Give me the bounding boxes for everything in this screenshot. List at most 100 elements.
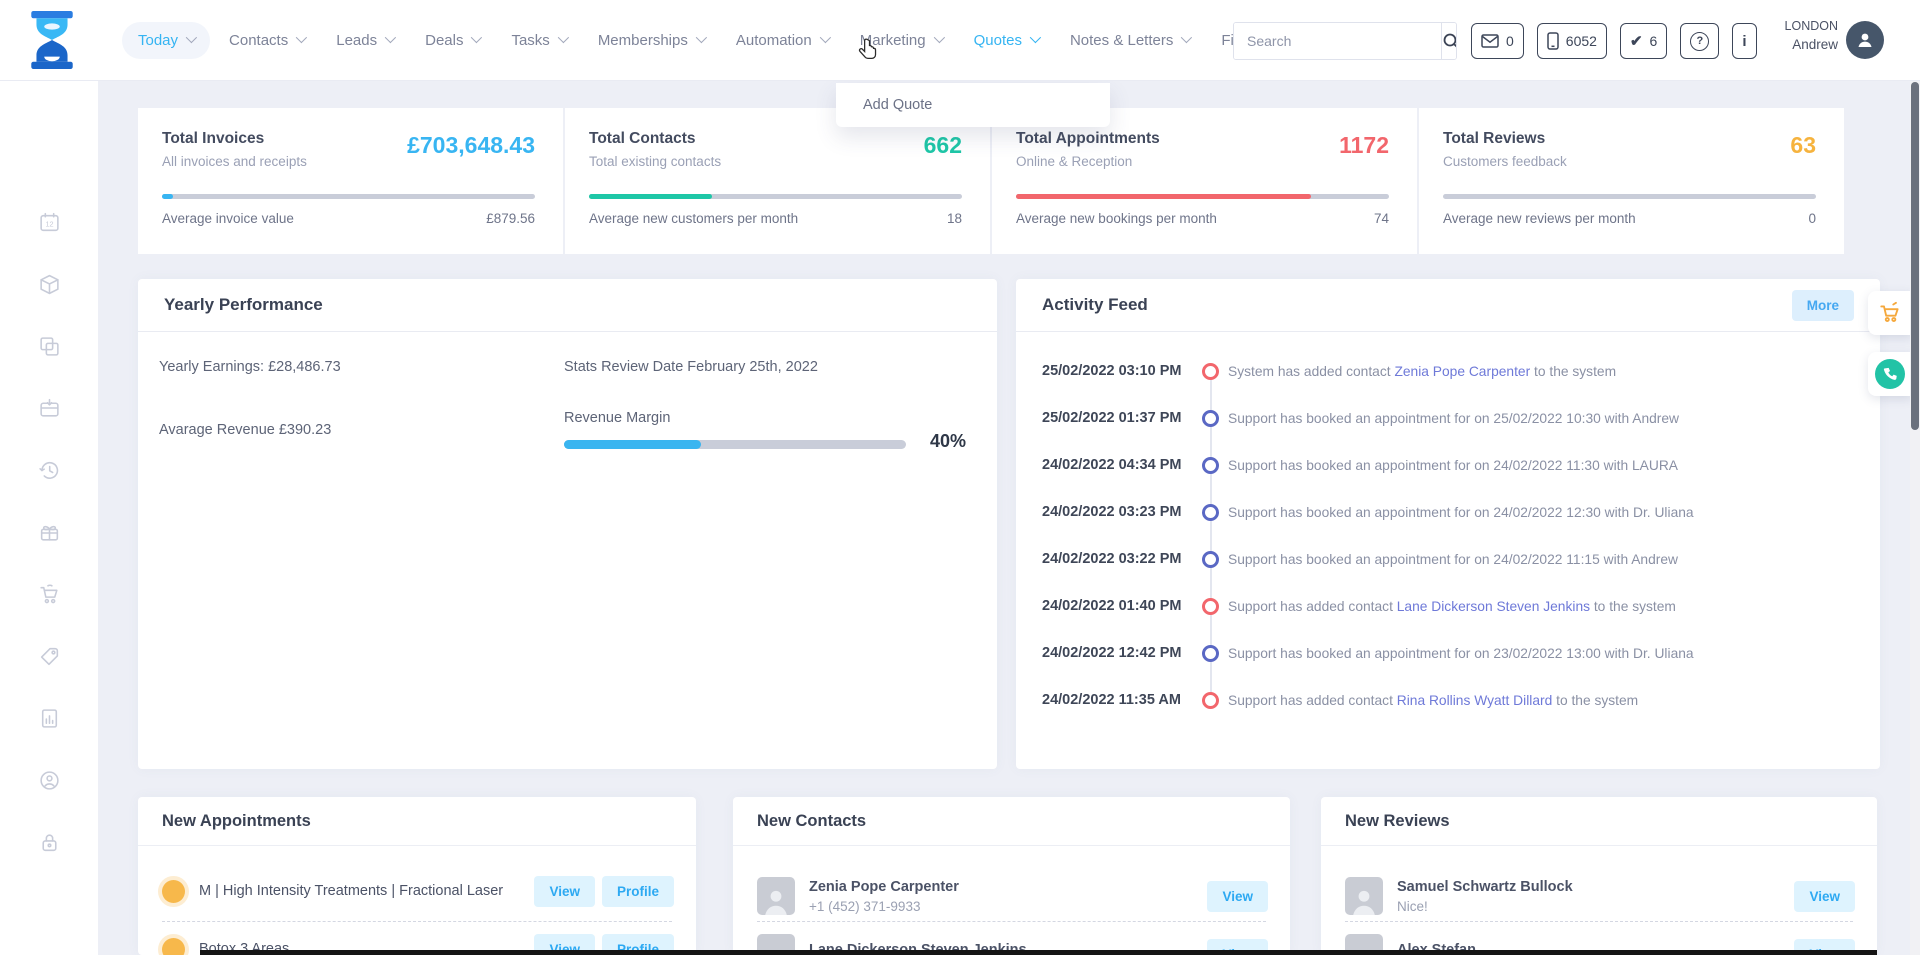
view-button[interactable]: View	[534, 876, 595, 907]
feed-item: 24/02/2022 11:35 AM Support has added co…	[1042, 689, 1864, 711]
stat-card-contacts: Total Contacts Total existing contacts 6…	[565, 108, 990, 254]
nav-item-deals[interactable]: Deals	[412, 23, 492, 58]
stat-subtitle: All invoices and receipts	[162, 154, 307, 169]
contact-link[interactable]: Lane Dickerson Steven Jenkins	[1397, 599, 1590, 614]
calls-badge-button[interactable]: 6052	[1537, 23, 1607, 59]
contact-link[interactable]: Rina Rollins Wyatt Dillard	[1397, 693, 1553, 708]
stat-value: 662	[924, 132, 962, 159]
cart-floating-button[interactable]	[1868, 291, 1912, 335]
nav-item-notes-letters[interactable]: Notes & Letters	[1057, 23, 1202, 58]
calls-count: 6052	[1566, 33, 1597, 49]
stat-title: Total Contacts	[589, 130, 696, 148]
sidebar-package-icon[interactable]	[30, 265, 68, 303]
search-button[interactable]	[1441, 23, 1457, 59]
person-icon	[1349, 885, 1379, 915]
appointment-avatar	[162, 880, 185, 903]
timeline-marker-icon	[1202, 363, 1219, 380]
mail-count: 0	[1506, 33, 1514, 49]
stat-footer-label: Average new reviews per month	[1443, 211, 1636, 226]
timeline-marker-icon	[1202, 504, 1219, 521]
stat-footer-label: Average new customers per month	[589, 211, 798, 226]
progress-track	[162, 194, 535, 199]
review-row: Samuel Schwartz Bullock Nice! View	[1345, 876, 1855, 916]
sidebar-account-icon[interactable]	[30, 761, 68, 799]
sidebar-lock-icon[interactable]	[30, 823, 68, 861]
nav-item-memberships[interactable]: Memberships	[585, 23, 717, 58]
nav-item-tasks[interactable]: Tasks	[498, 23, 578, 58]
new-appointments-panel: New Appointments M | High Intensity Trea…	[138, 797, 696, 955]
stat-footer-value: 74	[1374, 211, 1389, 226]
nav-item-quotes[interactable]: Quotes	[961, 23, 1051, 58]
progress-track	[589, 194, 962, 199]
sidebar-tag-icon[interactable]	[30, 637, 68, 675]
scrollbar-thumb[interactable]	[1911, 82, 1919, 430]
panel-title: Yearly Performance	[164, 295, 323, 315]
stat-value: 1172	[1339, 132, 1389, 159]
row-divider	[162, 921, 672, 922]
sidebar-gift-icon[interactable]	[30, 513, 68, 551]
panel-title: Activity Feed	[1042, 295, 1148, 315]
panel-title: New Reviews	[1345, 812, 1450, 831]
sidebar-calendar-icon[interactable]: 12	[30, 203, 68, 241]
scrollbar-track[interactable]	[1910, 80, 1920, 955]
sidebar-booking-icon[interactable]	[30, 389, 68, 427]
view-button[interactable]: View	[1794, 881, 1855, 912]
info-icon: i	[1742, 34, 1746, 49]
feed-time: 24/02/2022 03:23 PM	[1042, 504, 1192, 520]
chevron-down-icon	[819, 32, 830, 43]
feed-item: 24/02/2022 12:42 PM Support has booked a…	[1042, 642, 1864, 664]
search-input[interactable]	[1234, 23, 1441, 59]
nav-item-leads[interactable]: Leads	[323, 23, 406, 58]
user-avatar[interactable]	[1846, 21, 1884, 59]
feed-item: 24/02/2022 03:22 PM Support has booked a…	[1042, 548, 1864, 570]
profile-button[interactable]: Profile	[602, 876, 674, 907]
row-divider	[1345, 921, 1853, 922]
branch-location: LONDON	[1762, 17, 1838, 35]
help-button[interactable]: ?	[1680, 23, 1719, 59]
chevron-down-icon	[933, 32, 944, 43]
view-button[interactable]: View	[1207, 881, 1268, 912]
nav-item-automation[interactable]: Automation	[723, 23, 841, 58]
timeline-marker-icon	[1202, 598, 1219, 615]
chevron-down-icon	[696, 32, 707, 43]
progress-fill	[589, 194, 712, 199]
info-button[interactable]: i	[1732, 23, 1756, 59]
nav-item-contacts[interactable]: Contacts	[216, 23, 317, 58]
sidebar-pages-icon[interactable]	[30, 327, 68, 365]
feed-time: 24/02/2022 01:40 PM	[1042, 598, 1192, 614]
stat-subtitle: Online & Reception	[1016, 154, 1132, 169]
quotes-dropdown-menu: Add Quote	[836, 83, 1110, 127]
stat-footer-label: Average invoice value	[162, 211, 294, 226]
row-divider	[757, 921, 1266, 922]
appointment-avatar	[162, 938, 185, 955]
main-menu: Today Contacts Leads Deals Tasks Members…	[122, 0, 1266, 80]
whatsapp-floating-button[interactable]	[1868, 352, 1912, 396]
nav-item-today[interactable]: Today	[122, 22, 210, 59]
mail-badge-button[interactable]: 0	[1471, 23, 1524, 59]
svg-text:12: 12	[45, 219, 53, 228]
reviewer-avatar	[1345, 877, 1383, 915]
more-button[interactable]: More	[1792, 290, 1854, 321]
stat-card-reviews: Total Reviews Customers feedback 63 Aver…	[1419, 108, 1844, 254]
contact-link[interactable]: Zenia Pope Carpenter	[1394, 364, 1530, 379]
checkmark-icon: ✔	[1630, 34, 1643, 49]
sidebar-report-icon[interactable]	[30, 699, 68, 737]
progress-track	[1016, 194, 1389, 199]
search-icon	[1442, 32, 1457, 50]
revenue-margin-value: 40%	[930, 431, 966, 452]
stat-card-appointments: Total Appointments Online & Reception 11…	[992, 108, 1417, 254]
revenue-margin-label: Revenue Margin	[564, 410, 670, 426]
contact-avatar	[757, 877, 795, 915]
sidebar-cart-icon[interactable]	[30, 575, 68, 613]
feed-item: 25/02/2022 01:37 PM Support has booked a…	[1042, 407, 1864, 429]
stat-footer-value: 18	[947, 211, 962, 226]
current-username: Andrew	[1762, 35, 1838, 55]
sidebar-history-icon[interactable]	[30, 451, 68, 489]
user-location-block: LONDON Andrew	[1762, 17, 1838, 55]
yearly-performance-panel: Yearly Performance Yearly Earnings: £28,…	[138, 279, 997, 769]
tasks-badge-button[interactable]: ✔ 6	[1620, 23, 1667, 59]
stat-card-invoices: Total Invoices All invoices and receipts…	[138, 108, 563, 254]
menu-item-add-quote[interactable]: Add Quote	[863, 97, 932, 113]
progress-fill	[162, 194, 173, 199]
feed-item: 24/02/2022 04:34 PM Support has booked a…	[1042, 454, 1864, 476]
